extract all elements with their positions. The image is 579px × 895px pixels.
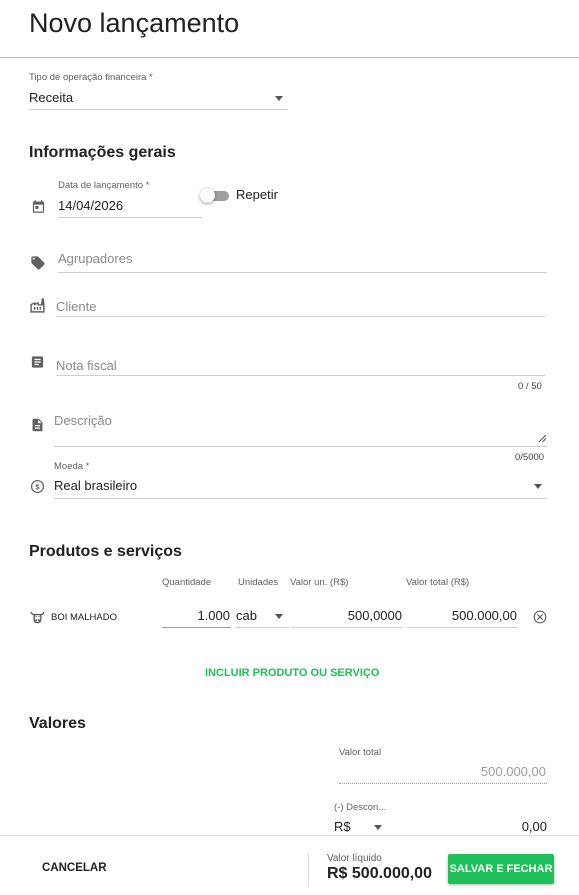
discount-value: 0,00 xyxy=(521,819,547,834)
product-name: BOI MALHADO xyxy=(51,612,117,623)
description-icon xyxy=(32,418,43,432)
unit-value-underline xyxy=(292,627,403,628)
invoice-placeholder: Nota fiscal xyxy=(56,358,117,373)
total-value-label: Valor total xyxy=(339,747,382,758)
product-row: BOI MALHADO 1.000 cab 500,0000 500.000,0… xyxy=(29,603,551,631)
description-placeholder: Descrição xyxy=(54,413,112,428)
section-title-general: Informações gerais xyxy=(29,144,176,161)
svg-text:$: $ xyxy=(35,482,40,491)
invoice-underline xyxy=(56,375,545,376)
column-header-units: Unidades xyxy=(238,577,279,588)
footer-separator xyxy=(308,853,309,887)
net-value: R$ 500.000,00 xyxy=(327,865,432,882)
unit-value-value: 500,0000 xyxy=(347,608,402,623)
client-placeholder: Cliente xyxy=(56,299,97,314)
cancel-button[interactable]: CANCELAR xyxy=(42,862,107,874)
receipt-icon xyxy=(31,356,44,368)
currency-select[interactable]: Moeda * Real brasileiro xyxy=(54,461,547,499)
section-title-products: Produtos e serviços xyxy=(29,543,182,560)
operation-type-select[interactable]: Tipo de operação financeira * Receita xyxy=(29,72,288,112)
groupers-placeholder: Agrupadores xyxy=(58,251,133,266)
unit-underline xyxy=(235,627,289,628)
repeat-label: Repetir xyxy=(236,187,278,202)
operation-type-value: Receita xyxy=(29,90,74,105)
page-title: Novo lançamento xyxy=(29,8,240,38)
currency-icon: $ xyxy=(30,479,45,494)
operation-type-label: Tipo de operação financeira * xyxy=(29,72,153,83)
tag-icon xyxy=(31,256,45,270)
date-field[interactable]: Data de lançamento * 14/04/2026 xyxy=(58,180,202,218)
resize-handle-icon[interactable] xyxy=(539,435,546,442)
total-value-input[interactable]: 500.000,00 xyxy=(407,603,518,628)
description-underline xyxy=(54,446,547,447)
date-underline xyxy=(58,217,202,218)
currency-value: Real brasileiro xyxy=(54,478,138,493)
invoice-counter: 0 / 50 xyxy=(518,381,542,392)
date-label: Data de lançamento * xyxy=(58,180,150,191)
discount-label: (-) Descon... xyxy=(334,802,387,813)
total-value-underline-dotted xyxy=(339,783,547,784)
unit-select[interactable]: cab xyxy=(235,603,289,628)
total-value-field: Valor total 500.000,00 xyxy=(339,747,547,785)
repeat-toggle[interactable]: Repetir xyxy=(200,186,280,206)
total-value-value: 500.000,00 xyxy=(451,608,517,623)
client-input[interactable]: Cliente xyxy=(56,298,545,318)
header-divider xyxy=(0,57,579,58)
client-underline xyxy=(56,316,545,317)
factory-icon xyxy=(30,298,45,313)
chevron-down-icon xyxy=(374,825,382,830)
unit-value: cab xyxy=(236,608,257,623)
net-value-label: Valor líquido xyxy=(327,853,382,864)
quantity-input[interactable]: 1.000 xyxy=(162,603,231,628)
remove-item-icon[interactable] xyxy=(533,610,547,624)
currency-label: Moeda * xyxy=(54,461,90,472)
total-value-underline xyxy=(407,627,518,628)
quantity-underline xyxy=(162,627,231,628)
calendar-icon xyxy=(32,200,45,213)
invoice-input[interactable]: Nota fiscal xyxy=(56,357,545,377)
chevron-down-icon xyxy=(275,614,283,619)
total-value-amount: 500.000,00 xyxy=(480,764,546,779)
cow-icon xyxy=(30,611,45,624)
groupers-underline xyxy=(58,272,547,273)
section-title-values: Valores xyxy=(29,715,86,732)
add-product-button[interactable]: INCLUIR PRODUTO OU SERVIÇO xyxy=(205,667,379,679)
chevron-down-icon xyxy=(275,96,283,101)
column-header-total-value: Valor total (R$) xyxy=(406,577,470,588)
unit-value-input[interactable]: 500,0000 xyxy=(292,603,403,628)
quantity-value: 1.000 xyxy=(197,608,230,623)
groupers-input[interactable]: Agrupadores xyxy=(58,250,547,274)
chevron-down-icon xyxy=(534,484,542,489)
column-header-unit-value: Valor un. (R$) xyxy=(290,577,349,588)
date-value: 14/04/2026 xyxy=(58,198,124,213)
toggle-thumb xyxy=(200,188,215,203)
save-and-close-button[interactable]: SALVAR E FECHAR xyxy=(448,854,554,884)
operation-type-underline xyxy=(29,109,288,110)
column-header-quantity: Quantidade xyxy=(162,577,212,588)
description-textarea[interactable]: Descrição xyxy=(54,411,547,448)
discount-currency-value: R$ xyxy=(334,819,351,834)
currency-underline xyxy=(54,498,547,499)
